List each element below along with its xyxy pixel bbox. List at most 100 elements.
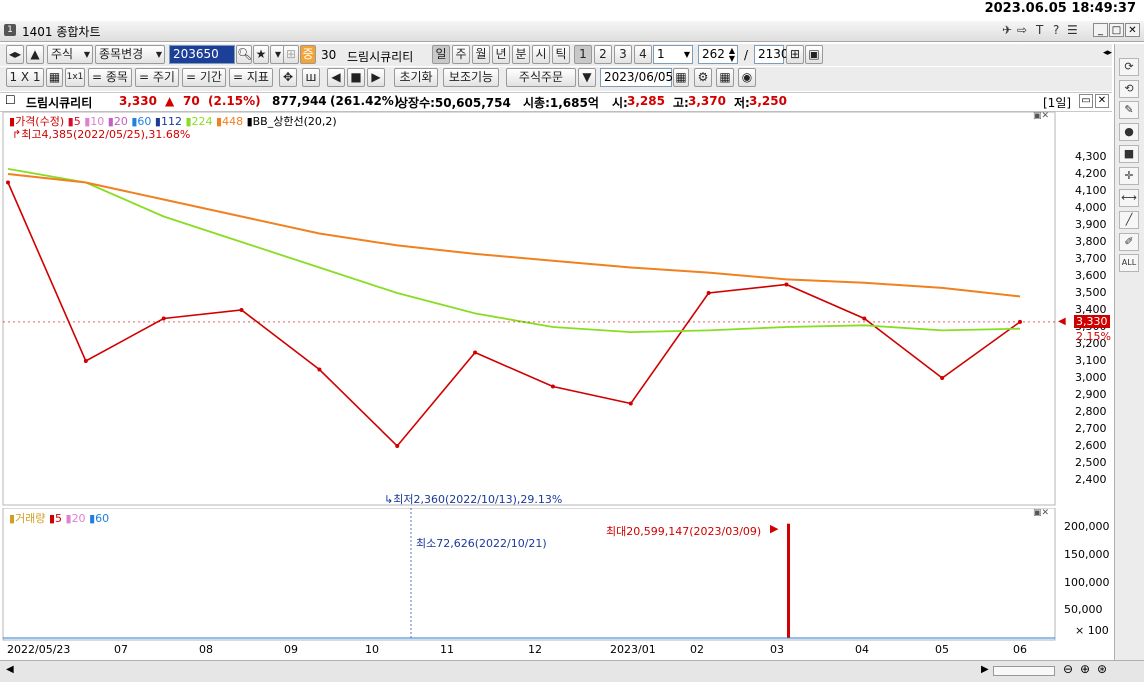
add-icon[interactable]: ⊞ xyxy=(786,45,804,64)
camera-icon[interactable]: ◉ xyxy=(738,68,756,87)
count-value: 262 xyxy=(702,47,725,61)
count-input[interactable]: 262 ▲ ▼ xyxy=(698,45,738,64)
save-icon[interactable]: ▣ xyxy=(805,45,823,64)
crosshair-icon[interactable]: ✛ xyxy=(1119,167,1139,185)
reset-button[interactable]: 초기화 xyxy=(394,68,438,87)
trendline-icon[interactable]: ╱ xyxy=(1119,211,1139,229)
series-point xyxy=(628,401,633,406)
window-titlebar: 1 1401 종합차트 ✈ ⇨ T ? ☰ _ □ ✕ xyxy=(0,21,1144,42)
prev-next-icon[interactable]: ◂▸ xyxy=(6,45,24,64)
period-year-button[interactable]: 년 xyxy=(492,45,510,64)
search-icon[interactable]: 🔍︎ xyxy=(236,45,252,64)
layout-1x1-icon[interactable]: 1x1 xyxy=(65,68,85,87)
maximize-button[interactable]: □ xyxy=(1109,23,1124,37)
series-point xyxy=(784,282,789,287)
move-icon[interactable]: ✥ xyxy=(279,68,297,87)
close-icon[interactable]: ✕ xyxy=(1095,94,1109,108)
close-button[interactable]: ✕ xyxy=(1125,23,1140,37)
period-month-button[interactable]: 월 xyxy=(472,45,490,64)
menu-icon[interactable]: ☰ xyxy=(1067,23,1078,37)
scroll-left-icon[interactable]: ◀ xyxy=(6,664,14,675)
restore-icon[interactable]: ▭ xyxy=(1079,94,1093,108)
zoom-slider[interactable] xyxy=(993,666,1055,676)
price-axis-label: 3,800 xyxy=(1075,235,1107,248)
num-button-4[interactable]: 4 xyxy=(634,45,652,64)
undo-icon[interactable]: ⟲ xyxy=(1119,80,1139,98)
rectangle-icon[interactable]: ■ xyxy=(1119,145,1139,163)
info-low-label: 저: xyxy=(734,96,750,110)
date-input[interactable]: 2023/06/05 xyxy=(600,68,673,87)
num-button-1[interactable]: 1 xyxy=(574,45,592,64)
text-icon[interactable]: T xyxy=(1036,23,1043,37)
circle-icon[interactable]: ● xyxy=(1119,123,1139,141)
star-icon[interactable]: ★ xyxy=(253,45,269,64)
price-chart[interactable] xyxy=(0,111,1112,506)
series-point xyxy=(862,316,867,321)
num-button-2[interactable]: 2 xyxy=(594,45,612,64)
num-button-3[interactable]: 3 xyxy=(614,45,632,64)
period-tick-button[interactable]: 틱 xyxy=(552,45,570,64)
volume-unit: × 100 xyxy=(1075,624,1109,637)
total-input[interactable]: 2130 xyxy=(754,45,789,64)
up-icon[interactable]: ▲ xyxy=(26,45,44,64)
candle-icon[interactable]: ш xyxy=(302,68,320,87)
stock-order-button[interactable]: 주식주문 xyxy=(506,68,576,87)
period-minute-button[interactable]: 분 xyxy=(512,45,530,64)
play-icon[interactable]: ▶ xyxy=(367,68,385,87)
panel-restore-icon[interactable]: ▣✕ xyxy=(1033,111,1049,121)
period-hour-button[interactable]: 시 xyxy=(532,45,550,64)
minimize-button[interactable]: _ xyxy=(1093,23,1108,37)
pin-icon[interactable]: ✈ xyxy=(1002,23,1012,37)
all-delete-icon[interactable]: ALL xyxy=(1119,254,1139,272)
indicator-sync-button[interactable]: = 지표 xyxy=(229,68,273,87)
stock-sync-button[interactable]: = 종목 xyxy=(88,68,132,87)
price-axis-label: 3,900 xyxy=(1075,218,1107,231)
chevron-down-icon: ▼ xyxy=(683,50,690,59)
aux-function-button[interactable]: 보조기능 xyxy=(443,68,499,87)
horizontal-line-icon[interactable]: ⟷ xyxy=(1119,189,1139,207)
price-axis-label: 2,800 xyxy=(1075,405,1107,418)
chevron-down-icon[interactable]: ▼ xyxy=(578,68,596,87)
range-sync-button[interactable]: = 기간 xyxy=(182,68,226,87)
help-icon[interactable]: ? xyxy=(1053,23,1059,37)
bottom-scrollbar[interactable]: ◀ ▶ ⊖ ⊕ ⊛ xyxy=(0,660,1144,682)
price-axis-label: 2,900 xyxy=(1075,388,1107,401)
zoom-in-icon[interactable]: ⊕ xyxy=(1080,662,1090,676)
legend-bb: ▮BB_상한선(20,2) xyxy=(246,115,337,128)
zoom-out-icon[interactable]: ⊖ xyxy=(1063,662,1073,676)
stock-code-input[interactable]: 203650 xyxy=(169,45,235,64)
share-icon[interactable]: ⇨ xyxy=(1017,23,1027,37)
scroll-right-icon[interactable]: ▶ xyxy=(981,664,989,675)
eraser-icon[interactable]: ✎ xyxy=(1119,101,1139,119)
interval-input[interactable]: 1 ▼ xyxy=(653,45,693,64)
total-value: 2130 xyxy=(758,47,789,61)
legend-vol-ma60: ▮60 xyxy=(89,512,110,525)
grid-icon[interactable]: ▦ xyxy=(46,68,63,87)
high-annotation: ↱최고4,385(2022/05/25),31.68% xyxy=(12,128,191,141)
series-point xyxy=(473,350,478,355)
refresh-icon[interactable]: ⟳ xyxy=(1119,58,1139,76)
market-select[interactable]: 주식 ▼ xyxy=(47,45,93,64)
vol-panel-restore-icon[interactable]: ▣✕ xyxy=(1033,508,1049,518)
info-change-pct: (2.15%) xyxy=(208,94,261,108)
low-annotation: ↳최저2,360(2022/10/13),29.13% xyxy=(384,493,563,506)
change-stock-select[interactable]: 종목변경 ▼ xyxy=(95,45,165,64)
pen-icon[interactable]: ✐ xyxy=(1119,233,1139,251)
period-sync-button[interactable]: = 주기 xyxy=(135,68,179,87)
x-axis-label: 05 xyxy=(935,643,949,656)
play-back-icon[interactable]: ◀ xyxy=(327,68,345,87)
layout-1x1-button[interactable]: 1 X 1 xyxy=(6,68,44,87)
period-week-button[interactable]: 주 xyxy=(452,45,470,64)
gear-icon[interactable]: ⚙ xyxy=(694,68,712,87)
favorite-icon[interactable]: 중 xyxy=(300,45,316,64)
panel-toggle-icon[interactable]: ◂▸ xyxy=(1103,48,1112,58)
chart-settings-icon[interactable]: ▦ xyxy=(716,68,734,87)
stop-icon[interactable]: ■ xyxy=(347,68,365,87)
zoom-reset-icon[interactable]: ⊛ xyxy=(1097,662,1107,676)
calendar-icon[interactable]: ▦ xyxy=(673,68,689,87)
period-day-button[interactable]: 일 xyxy=(432,45,450,64)
lock-icon[interactable]: ⊞ xyxy=(283,45,299,64)
x-axis-label: 2022/05/23 xyxy=(7,643,71,656)
volume-chart[interactable] xyxy=(0,508,1112,641)
checkbox[interactable]: ☐ xyxy=(5,93,16,107)
